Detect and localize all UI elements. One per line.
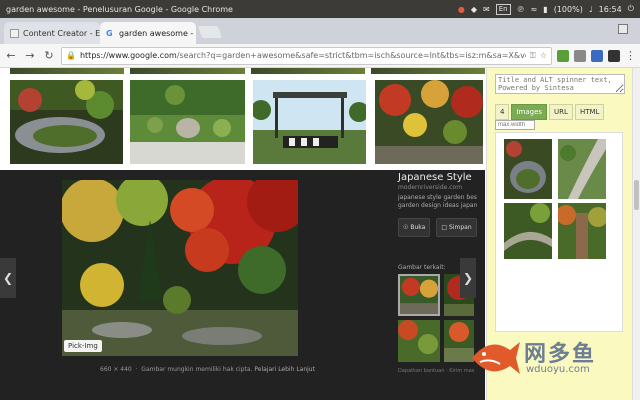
- previous-image-button[interactable]: ❮: [0, 258, 16, 298]
- key-icon[interactable]: ⚿: [530, 51, 536, 61]
- previous-image-row: [10, 68, 485, 74]
- back-arrow-icon[interactable]: ←: [4, 49, 18, 62]
- image-domain[interactable]: modernriverside.com: [398, 184, 480, 191]
- learn-more-link[interactable]: Pelajari Lebih Lanjut: [254, 366, 315, 373]
- system-tray: ● ◆ ✉ En ℗ ≈ ▮ (100%) ♩ 16:54 ⏻: [458, 3, 634, 15]
- panel-tabs: 4 Images URL HTML: [495, 104, 605, 120]
- tab-count[interactable]: 4: [495, 104, 510, 120]
- forward-arrow-icon[interactable]: →: [23, 49, 37, 62]
- extension-grey-icon[interactable]: [574, 49, 586, 62]
- tab-garden-awesome[interactable]: G garden awesome - P ✕: [100, 22, 196, 44]
- image-thumbnail[interactable]: [10, 80, 123, 164]
- tab-images[interactable]: Images: [511, 104, 548, 120]
- keyboard-layout-indicator[interactable]: En: [495, 3, 511, 15]
- window-title: garden awesome - Penelusuran Google - Go…: [6, 4, 233, 14]
- chevron-right-icon: ❯: [462, 271, 474, 285]
- google-favicon-icon: G: [106, 28, 113, 38]
- pick-img-button[interactable]: Pick-Img: [64, 340, 102, 352]
- save-button[interactable]: □ Simpan: [436, 218, 477, 237]
- title-alt-textarea[interactable]: [495, 74, 625, 94]
- browser-tab-strip: Content Creator - E ✕ G garden awesome -…: [0, 18, 640, 44]
- copyright-notice: Gambar mungkin memiliki hak cipta.: [141, 366, 253, 373]
- panel-image[interactable]: [504, 203, 552, 259]
- selected-image[interactable]: [62, 180, 298, 356]
- battery-level: (100%): [553, 4, 583, 14]
- image-thumbnail[interactable]: [370, 68, 485, 74]
- related-images-label: Gambar terkait:: [398, 264, 446, 271]
- image-thumbnail[interactable]: [375, 80, 483, 164]
- page-scrollbar[interactable]: [632, 68, 640, 400]
- tab-html[interactable]: HTML: [574, 104, 605, 120]
- related-image[interactable]: [398, 320, 440, 362]
- image-thumbnail[interactable]: [130, 80, 245, 164]
- volume-icon[interactable]: ♩: [589, 5, 593, 14]
- visit-button[interactable]: ☉ Buka: [398, 218, 431, 237]
- image-info: Japanese Style modernriverside.com japan…: [398, 172, 480, 237]
- wifi-icon[interactable]: ≈: [531, 5, 538, 14]
- image-title[interactable]: Japanese Style: [398, 172, 480, 183]
- battery-icon[interactable]: ▮: [543, 5, 547, 14]
- image-caption: 660 × 440 · Gambar mungkin memiliki hak …: [100, 366, 315, 373]
- next-image-button[interactable]: ❯: [460, 258, 476, 298]
- extension-dark-icon[interactable]: [608, 49, 620, 62]
- extension-blue-icon[interactable]: [591, 49, 603, 62]
- url-text[interactable]: https://www.google.com/search?q=garden+a…: [80, 51, 526, 60]
- image-thumbnail[interactable]: [10, 68, 125, 74]
- bookmark-star-icon[interactable]: ☆: [540, 51, 547, 60]
- lock-icon: 🔒: [66, 51, 76, 60]
- os-top-bar: garden awesome - Penelusuran Google - Go…: [0, 0, 640, 18]
- watermark-domain: wduoyu.com: [526, 364, 590, 375]
- bookmark-icon: □: [441, 224, 448, 231]
- window-control-button[interactable]: [618, 24, 628, 34]
- extension-green-icon[interactable]: [557, 49, 569, 62]
- tab-content-creator[interactable]: Content Creator - E ✕: [4, 22, 100, 44]
- reload-icon[interactable]: ↻: [42, 49, 56, 62]
- image-viewer-panel: ❮ Pick-Img 660 × 440 · Gambar mungkin me…: [0, 170, 485, 400]
- panel-image-grid: [495, 132, 623, 332]
- panel-image[interactable]: [558, 203, 606, 259]
- scrollbar-thumb[interactable]: [634, 180, 639, 210]
- tab-label: garden awesome - P: [119, 28, 196, 38]
- image-description: japanese style garden bes garden design …: [398, 194, 478, 209]
- site-watermark: 网多鱼 wduoyu.com: [466, 330, 626, 388]
- image-dimensions: 660 × 440: [100, 366, 132, 373]
- image-thumbnail[interactable]: [253, 80, 366, 164]
- max-width-input[interactable]: [495, 120, 535, 130]
- tab-url[interactable]: URL: [549, 104, 573, 120]
- panel-image[interactable]: [504, 139, 552, 199]
- mail-icon[interactable]: ✉: [483, 5, 490, 14]
- dropbox-icon[interactable]: ◆: [471, 5, 477, 14]
- tab-label: Content Creator - E: [23, 28, 100, 38]
- panel-image[interactable]: [558, 139, 606, 199]
- globe-icon: ☉: [403, 224, 409, 231]
- related-image[interactable]: [398, 274, 440, 316]
- fish-logo-icon: [472, 342, 520, 374]
- new-tab-button[interactable]: [197, 26, 223, 38]
- browser-menu-icon[interactable]: ⋮: [625, 49, 636, 62]
- address-bar[interactable]: 🔒 https://www.google.com/search?q=garden…: [61, 46, 552, 65]
- bluetooth-icon[interactable]: ℗: [517, 5, 525, 14]
- page-favicon-icon: [10, 28, 19, 38]
- image-thumbnail[interactable]: [250, 68, 365, 74]
- viewer-footer-links[interactable]: Dapatkan bantuan · Kirim mas: [398, 368, 474, 374]
- clock[interactable]: 16:54: [599, 5, 622, 14]
- chevron-left-icon: ❮: [2, 271, 14, 285]
- power-icon[interactable]: ⏻: [628, 4, 634, 14]
- record-icon[interactable]: ●: [458, 5, 465, 14]
- image-thumbnail[interactable]: [130, 68, 245, 74]
- browser-toolbar: ← → ↻ 🔒 https://www.google.com/search?q=…: [0, 44, 640, 68]
